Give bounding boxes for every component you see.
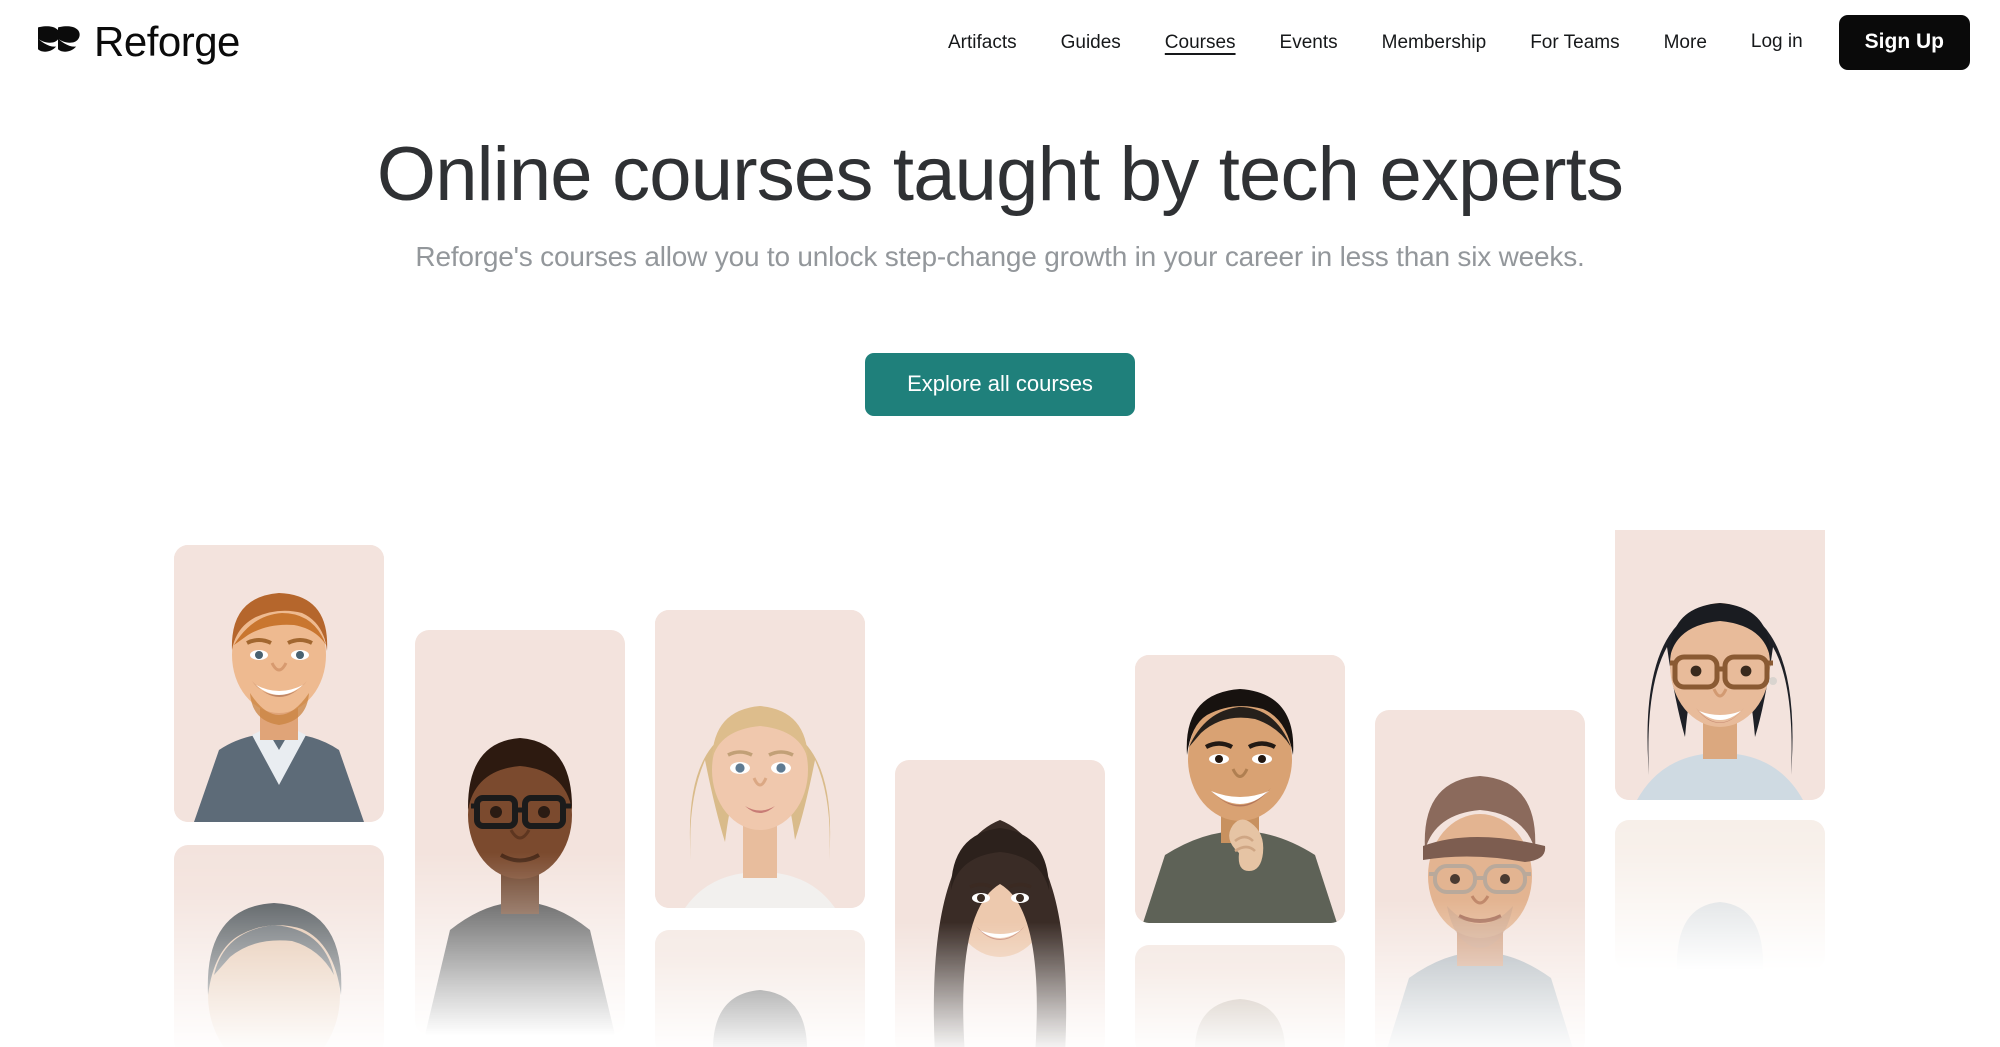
portrait-card-faded-lower-5[interactable] — [1135, 945, 1345, 1047]
portrait-card-faded-dark-hair-3[interactable] — [655, 930, 865, 1047]
brand-logo-link[interactable]: Reforge — [36, 21, 240, 63]
portrait-red-haired-man-in-blazer-image — [174, 545, 384, 822]
nav-item-guides[interactable]: Guides — [1039, 23, 1143, 62]
page-title: Online courses taught by tech experts — [376, 132, 1624, 217]
portrait-card-blonde-woman[interactable] — [655, 610, 865, 908]
instructor-portrait-wall — [0, 530, 2000, 1047]
portrait-card-dark-haired-person[interactable] — [174, 845, 384, 1047]
portrait-card-long-dark-hair-woman[interactable] — [895, 760, 1105, 1047]
portrait-card-woman-with-glasses[interactable] — [1615, 530, 1825, 800]
reforge-logo-mark-icon — [36, 22, 80, 62]
portrait-woman-with-glasses-image — [1615, 530, 1825, 800]
portrait-card-bald-man-with-glasses[interactable] — [415, 630, 625, 1035]
cta-container: Explore all courses — [0, 352, 2000, 416]
portrait-bald-man-with-glasses-image — [415, 630, 625, 1035]
login-link[interactable]: Log in — [1729, 21, 1825, 63]
portrait-card-man-with-cap-and-glasses[interactable] — [1375, 710, 1585, 1047]
portrait-faded-dark-hair-image — [655, 930, 865, 1047]
portrait-blonde-woman-image — [655, 610, 865, 908]
portrait-faded-light-hair-image — [1615, 820, 1825, 970]
portrait-long-dark-hair-woman-image — [895, 760, 1105, 1047]
nav-item-events[interactable]: Events — [1258, 23, 1360, 62]
portrait-dark-haired-person-image — [174, 845, 384, 1047]
portrait-man-with-cap-and-glasses-image — [1375, 710, 1585, 1047]
portrait-card-faded-light-hair-7[interactable] — [1615, 820, 1825, 970]
nav-item-for-teams[interactable]: For Teams — [1508, 23, 1641, 62]
portrait-faded-lower-image — [1135, 945, 1345, 1047]
primary-navigation: Artifacts Guides Courses Events Membersh… — [926, 14, 1970, 70]
portrait-smiling-man-hand-on-chin-image — [1135, 655, 1345, 923]
brand-wordmark: Reforge — [94, 18, 240, 65]
portrait-card-smiling-man-hand-on-chin[interactable] — [1135, 655, 1345, 923]
nav-item-membership[interactable]: Membership — [1360, 23, 1509, 62]
nav-item-artifacts[interactable]: Artifacts — [926, 23, 1039, 62]
signup-button[interactable]: Sign Up — [1838, 14, 1970, 70]
nav-item-more[interactable]: More — [1642, 23, 1729, 62]
site-header: Reforge Artifacts Guides Courses Events … — [0, 0, 2000, 84]
portrait-card-red-haired-man-in-blazer[interactable] — [174, 545, 384, 822]
nav-item-courses[interactable]: Courses — [1143, 23, 1258, 62]
explore-all-courses-button[interactable]: Explore all courses — [865, 352, 1135, 416]
page-subtitle: Reforge's courses allow you to unlock st… — [415, 240, 1585, 272]
